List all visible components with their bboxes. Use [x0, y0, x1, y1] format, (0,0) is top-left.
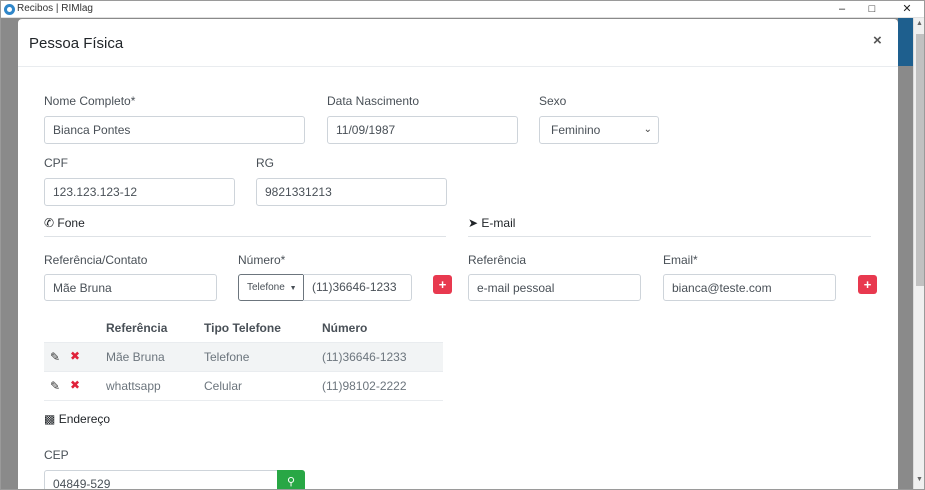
scroll-up-icon[interactable]: ▲ — [914, 20, 924, 32]
email-title-text: E-mail — [481, 216, 516, 230]
fone-ref-label: Referência/Contato — [44, 253, 148, 267]
cpf-label: CPF — [44, 156, 68, 170]
background-header — [898, 18, 913, 66]
cep-label: CEP — [44, 448, 69, 462]
cell-tipo: Telefone — [204, 350, 250, 364]
chevron-down-icon: ⌄ — [643, 124, 652, 135]
table-row: ✎ ✖ whattsapp Celular (11)98102-2222 — [44, 371, 443, 400]
fone-ref-input[interactable]: Mãe Bruna — [44, 274, 217, 301]
modal-header: Pessoa Física × — [18, 19, 898, 67]
email-ref-label: Referência — [468, 253, 527, 267]
pessoa-fisica-modal: Pessoa Física × Nome Completo* Bianca Po… — [18, 19, 898, 489]
nascimento-input[interactable]: 11/09/1987 — [327, 116, 518, 144]
times-icon[interactable]: ✖ — [70, 378, 80, 392]
rg-label: RG — [256, 156, 274, 170]
close-window-button[interactable]: ✕ — [892, 1, 922, 18]
email-input[interactable]: bianca@teste.com — [663, 274, 836, 301]
cpf-input[interactable]: 123.123.123-12 — [44, 178, 235, 206]
scroll-down-icon[interactable]: ▼ — [914, 476, 924, 488]
col-numero: Número — [322, 321, 368, 335]
address-card-icon: ▩ — [44, 412, 56, 426]
col-tipo-telefone: Tipo Telefone — [204, 321, 281, 335]
cell-numero: (11)36646-1233 — [322, 350, 407, 364]
fone-divider — [44, 236, 446, 237]
col-referencia: Referência — [106, 321, 168, 335]
phone-icon: ✆ — [44, 216, 55, 230]
window-title: Recibos | RIMlag — [17, 3, 93, 14]
minimize-button[interactable]: – — [827, 1, 857, 18]
modal-close-button[interactable]: × — [873, 32, 882, 49]
cell-tipo: Celular — [204, 379, 243, 393]
nome-input[interactable]: Bianca Pontes — [44, 116, 305, 144]
modal-title: Pessoa Física — [29, 35, 124, 52]
sexo-selected: Feminino — [551, 123, 601, 137]
pencil-icon[interactable]: ✎ — [50, 379, 60, 393]
email-divider — [468, 236, 871, 237]
phone-type-value: Telefone — [247, 282, 285, 293]
nascimento-label: Data Nascimento — [327, 94, 420, 108]
paper-plane-icon: ➤ — [468, 216, 479, 230]
cell-referencia: whattsapp — [106, 379, 161, 393]
endereco-section-title: ▩ Endereço — [44, 412, 110, 426]
table-row: ✎ ✖ Mãe Bruna Telefone (11)36646-1233 — [44, 342, 443, 371]
email-ref-input[interactable]: e-mail pessoal — [468, 274, 641, 301]
cell-numero: (11)98102-2222 — [322, 379, 407, 393]
fone-title-text: Fone — [57, 216, 85, 230]
cell-referencia: Mãe Bruna — [106, 350, 165, 364]
phone-number-input[interactable]: (11)36646-1233 — [303, 274, 412, 301]
sexo-select[interactable]: Feminino ⌄ — [539, 116, 659, 144]
add-phone-button[interactable]: + — [433, 275, 452, 294]
email-label: Email* — [663, 253, 698, 267]
caret-down-icon: ▼ — [289, 285, 297, 292]
cep-search-button[interactable]: ⚲ — [277, 470, 305, 489]
scroll-thumb[interactable] — [916, 34, 924, 286]
phone-type-dropdown[interactable]: Telefone ▼ — [238, 274, 304, 301]
sexo-label: Sexo — [539, 94, 567, 108]
rg-input[interactable]: 9821331213 — [256, 178, 447, 206]
times-icon[interactable]: ✖ — [70, 349, 80, 363]
title-bar: Recibos | RIMlag – □ ✕ — [1, 1, 924, 18]
table-bottom-border — [44, 400, 443, 401]
fone-num-label: Número* — [238, 253, 286, 267]
nome-label: Nome Completo* — [44, 94, 136, 108]
fone-section-title: ✆ Fone — [44, 216, 85, 230]
search-icon: ⚲ — [286, 476, 296, 488]
app-window: Recibos | RIMlag – □ ✕ ▲ ▼ Pessoa Física… — [0, 0, 925, 490]
endereco-title-text: Endereço — [58, 412, 111, 426]
app-logo-icon — [4, 4, 15, 15]
email-section-title: ➤ E-mail — [468, 216, 515, 230]
cep-input[interactable]: 04849-529 — [44, 470, 280, 489]
pencil-icon[interactable]: ✎ — [50, 350, 60, 364]
vertical-scrollbar[interactable]: ▲ ▼ — [913, 18, 924, 489]
maximize-button[interactable]: □ — [857, 1, 887, 18]
add-email-button[interactable]: + — [858, 275, 877, 294]
